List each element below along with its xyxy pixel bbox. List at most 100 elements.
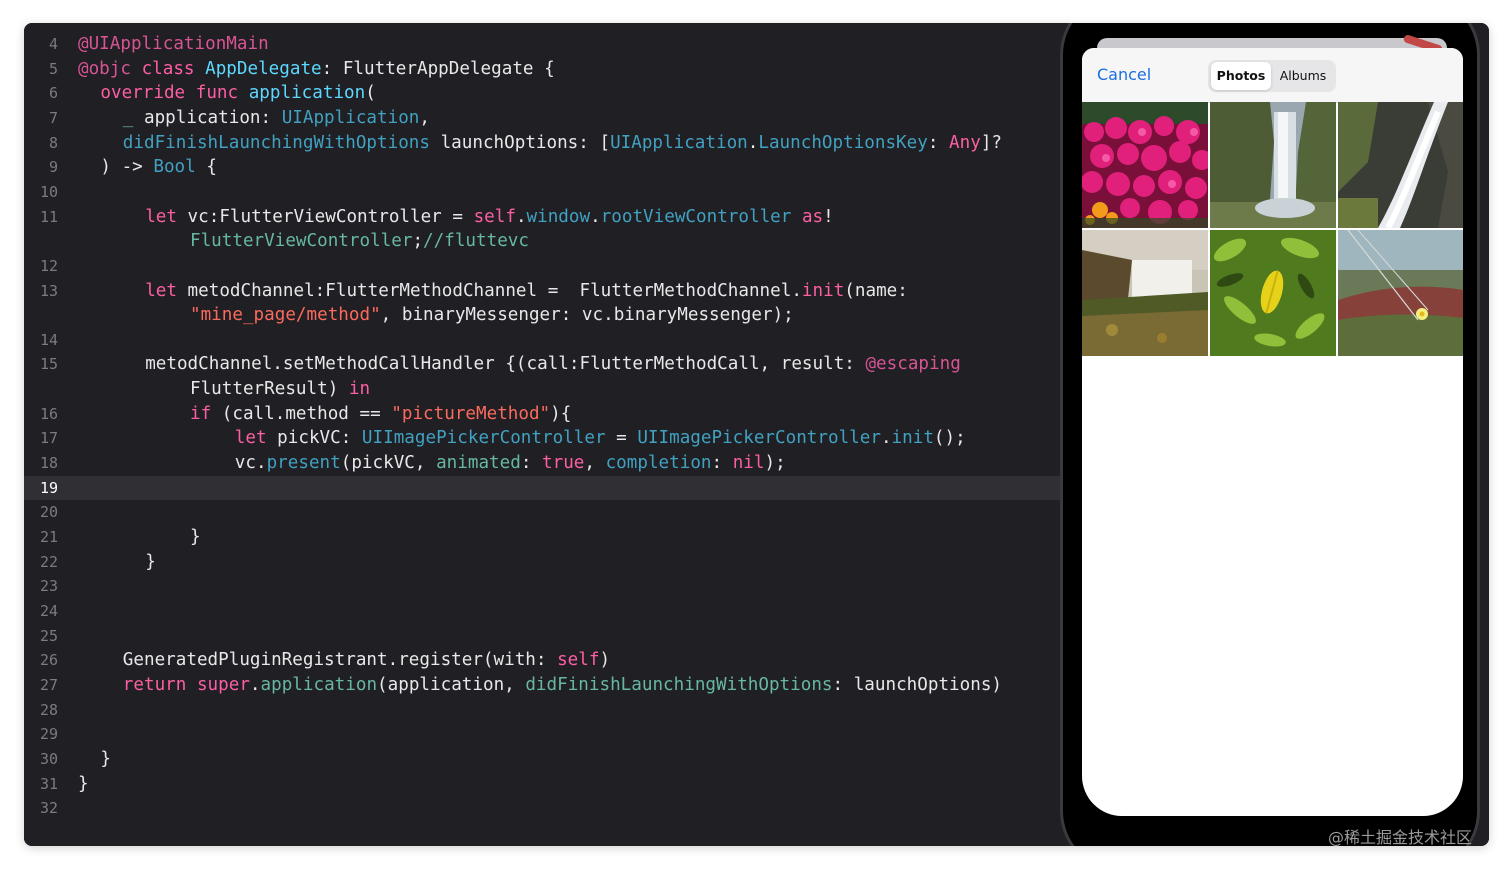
code-text: vc.present(pickVC, animated: true, compl… (235, 451, 786, 475)
code-text: override func application( (100, 81, 375, 105)
code-line[interactable]: 21} (24, 525, 1060, 549)
code-line[interactable]: 29 (24, 722, 1060, 746)
code-token: = (605, 428, 638, 449)
code-token: (); (933, 428, 966, 449)
code-token: . (249, 674, 261, 695)
code-token: , (419, 107, 430, 128)
tab-photos[interactable]: Photos (1211, 62, 1271, 90)
code-line[interactable]: 27 return super.application(application, … (24, 673, 1060, 697)
code-token: } (145, 551, 156, 572)
code-line[interactable]: 13 let metodChannel:FlutterMethodChannel … (24, 279, 1060, 303)
code-line[interactable]: 4 @UIApplicationMain (24, 32, 1060, 56)
code-line[interactable]: FlutterResult) in (24, 377, 1060, 401)
app-window: 4 @UIApplicationMain 5 @objc class AppDeleg… (24, 23, 1489, 846)
code-token: func (195, 83, 239, 104)
code-token: self (473, 206, 516, 227)
code-line[interactable]: 16 if (call.method == "pictureMethod"){ (24, 402, 1060, 426)
line-number: 27 (39, 675, 58, 694)
code-line[interactable]: 28 (24, 698, 1060, 722)
code-text: didFinishLaunchingWithOptions launchOpti… (123, 131, 1002, 155)
code-text: let vc:FlutterViewController = self.wind… (145, 205, 834, 229)
line-number: 17 (39, 429, 58, 448)
code-text: @objc class AppDelegate: FlutterAppDeleg… (78, 57, 555, 81)
code-line[interactable]: 10 (24, 180, 1060, 204)
code-token: . (880, 428, 892, 449)
code-token: ]? (980, 132, 1002, 153)
line-number: 8 (48, 133, 58, 152)
line-number: 29 (39, 725, 58, 744)
code-token: ( (365, 83, 376, 104)
photo-thumbnail-waterfall-stream[interactable] (1338, 102, 1463, 228)
code-token: (pickVC, (340, 453, 437, 474)
line-number: 28 (39, 700, 58, 719)
cancel-button[interactable]: Cancel (1097, 65, 1151, 84)
line-number: 6 (48, 84, 58, 103)
code-token: , binaryMessenger: vc.binaryMessenger); (380, 305, 794, 326)
watermark: @稀土掘金技术社区 (1328, 828, 1473, 847)
code-token: application: (133, 107, 282, 128)
tab-albums[interactable]: Albums (1273, 62, 1333, 90)
code-token: return (122, 674, 187, 695)
code-line[interactable]: 14 (24, 328, 1060, 352)
code-line[interactable]: 17 let pickVC: UIImagePickerController = … (24, 426, 1060, 450)
code-token: launchOptions: [ (429, 132, 611, 153)
photo-thumbnail-waterfall-coast[interactable] (1082, 230, 1208, 356)
code-token: true (542, 453, 585, 474)
code-text: "mine_page/method", binaryMessenger: vc.… (190, 303, 794, 327)
line-number: 14 (39, 330, 58, 349)
code-line[interactable]: 5 @objc class AppDelegate: FlutterAppDele… (24, 57, 1060, 81)
code-line[interactable]: 8 didFinishLaunchingWithOptions launchOpt… (24, 131, 1060, 155)
code-line[interactable]: 20 (24, 500, 1060, 524)
code-token: as (801, 206, 824, 227)
code-text: } (190, 525, 201, 549)
photo-thumbnail-grass-flower[interactable] (1338, 230, 1463, 356)
code-line[interactable]: 18 vc.present(pickVC, animated: true, com… (24, 451, 1060, 475)
code-text: return super.application(application, di… (123, 673, 1002, 697)
code-token: let (145, 280, 177, 301)
code-text: let pickVC: UIImagePickerController = UI… (235, 426, 966, 450)
code-line[interactable]: 6 override func application( (24, 81, 1060, 105)
code-line[interactable]: 19 (24, 475, 1060, 500)
code-line[interactable]: 30} (24, 747, 1060, 771)
code-line[interactable]: 32 (24, 796, 1060, 820)
code-line[interactable]: 9) -> Bool { (24, 155, 1060, 179)
code-line[interactable]: 25 (24, 624, 1060, 648)
code-token: : (711, 453, 733, 474)
code-line[interactable]: 23 (24, 574, 1060, 598)
code-line[interactable]: 26 GeneratedPluginRegistrant.register(wit… (24, 648, 1060, 672)
code-line[interactable]: 24 (24, 599, 1060, 623)
photo-thumbnail-red-flowers[interactable] (1082, 102, 1208, 228)
code-token: didFinishLaunchingWithOptions (525, 674, 833, 695)
line-number: 31 (39, 774, 58, 793)
code-line[interactable]: 11 let vc:FlutterViewController = self.wi… (24, 205, 1060, 229)
code-line[interactable]: 12 (24, 254, 1060, 278)
code-token: @UIApplicationMain (78, 34, 269, 54)
code-token: : FlutterAppDelegate { (321, 58, 555, 79)
code-editor[interactable]: 4 @UIApplicationMain 5 @objc class AppDeleg… (24, 23, 1060, 846)
photo-thumbnail-waterfall-cliff[interactable] (1210, 102, 1336, 228)
photo-thumbnail-green-leaves[interactable] (1210, 230, 1336, 356)
line-number: 20 (39, 503, 58, 522)
code-token: GeneratedPluginRegistrant.register(with: (122, 650, 558, 671)
line-number: 30 (39, 749, 58, 768)
code-token: window (526, 206, 591, 227)
line-number: 15 (39, 355, 58, 374)
line-number: 10 (39, 182, 58, 201)
code-token: application (248, 83, 366, 104)
code-line[interactable]: FlutterViewController;//fluttevc (24, 229, 1060, 253)
code-text: let metodChannel:FlutterMethodChannel = … (145, 279, 908, 303)
code-token: LaunchOptionsKey (758, 132, 928, 153)
code-text: metodChannel.setMethodCallHandler {(call… (145, 352, 961, 376)
code-line[interactable]: 22} (24, 550, 1060, 574)
code-token: { (195, 157, 217, 178)
photos-albums-segmented-control[interactable]: Photos Albums (1208, 60, 1336, 92)
code-line[interactable]: 31} (24, 772, 1060, 796)
code-token: ; (412, 231, 424, 252)
code-line[interactable]: "mine_page/method", binaryMessenger: vc.… (24, 303, 1060, 327)
line-number: 26 (39, 651, 58, 670)
code-line[interactable]: 7 _ application: UIApplication, (24, 106, 1060, 130)
code-line[interactable]: 15 metodChannel.setMethodCallHandler {(ca… (24, 352, 1060, 376)
code-token: FlutterResult) (190, 379, 349, 400)
code-text: FlutterResult) in (190, 377, 370, 401)
line-number: 11 (39, 207, 58, 226)
